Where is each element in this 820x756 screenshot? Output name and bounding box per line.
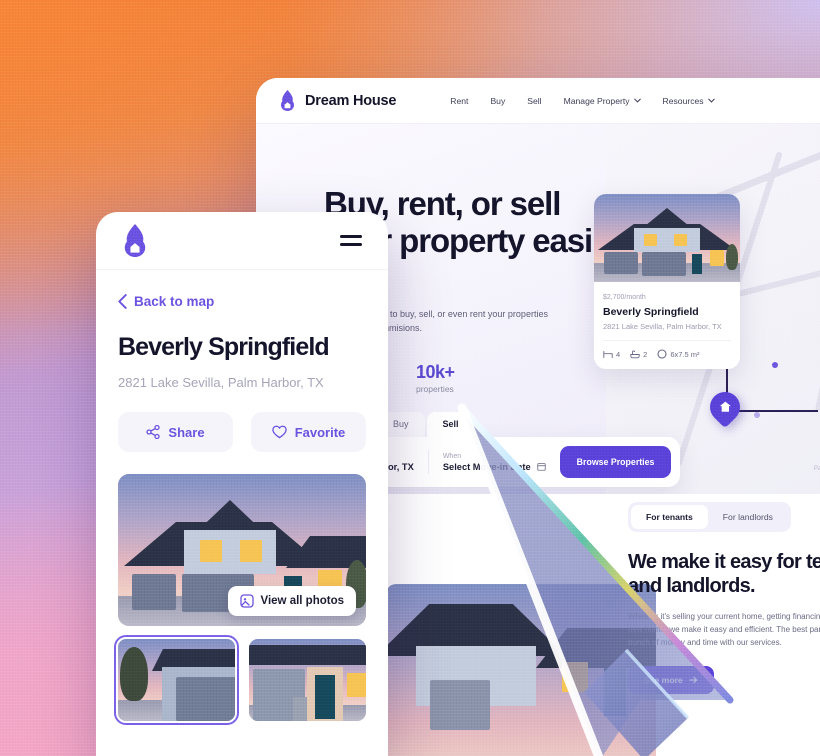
- property-title: Beverly Springfield: [118, 333, 330, 361]
- favorite-button[interactable]: Favorite: [251, 412, 366, 452]
- nav-link-label: Manage Property: [563, 95, 630, 106]
- hero-stat: 10k+ properties: [416, 362, 455, 394]
- nav-link-label: Resources: [662, 95, 704, 106]
- section-heading: We make it easy for tenants and landlord…: [628, 551, 820, 598]
- price-value: $2,700: [603, 294, 625, 301]
- tab-for-landlords[interactable]: For landlords: [708, 505, 788, 529]
- meta-beds: 4: [603, 350, 620, 359]
- nav-link-sell[interactable]: Sell: [527, 96, 541, 106]
- movein-date-field[interactable]: When Select Move-in Date: [443, 453, 546, 472]
- property-action-buttons: Share Favorite: [118, 412, 366, 452]
- poster-canvas: Dream House Rent Buy Sell Manage Propert…: [0, 0, 820, 756]
- back-label: Back to map: [134, 294, 215, 309]
- main-property-photo[interactable]: View all photos: [118, 474, 366, 626]
- nav-link-label: Sell: [527, 95, 542, 106]
- map-street-label: Palm Harbor: [814, 466, 820, 472]
- view-all-label: View all photos: [260, 595, 345, 607]
- stat-number: 10k+: [416, 362, 455, 382]
- section-paragraph: Whether it's selling your current home, …: [628, 611, 820, 647]
- area-icon: [657, 349, 667, 359]
- house-pin-icon: [719, 401, 731, 413]
- tab-for-tenants[interactable]: For tenants: [631, 505, 708, 529]
- property-address: 2821 Lake Sevilla, Palm Harbor, TX: [118, 375, 324, 390]
- nav-link-rent[interactable]: Rent: [450, 96, 468, 106]
- chevron-left-icon: [118, 294, 127, 309]
- front-door-thumbnail[interactable]: [249, 639, 366, 721]
- search-tab-sell[interactable]: Sell: [426, 412, 475, 437]
- property-address: 2821 Lake Sevilla, Palm Harbor, TX: [603, 322, 722, 331]
- nav-links: Rent Buy Sell Manage Property Resources: [450, 96, 715, 106]
- nav-link-buy[interactable]: Buy: [490, 96, 505, 106]
- property-name: Beverly Springfield: [603, 306, 699, 318]
- share-button[interactable]: Share: [118, 412, 233, 452]
- when-value: Select Move-in Date: [442, 461, 531, 472]
- bed-icon: [603, 350, 613, 358]
- bath-icon: [630, 349, 640, 358]
- photo-thumbnails: [114, 635, 366, 725]
- nav-link-manage-property[interactable]: Manage Property: [564, 96, 641, 106]
- share-nodes-icon: [146, 425, 161, 439]
- property-details: $2,700/month Beverly Springfield 2821 La…: [594, 282, 740, 369]
- site-navbar: Dream House Rent Buy Sell Manage Propert…: [256, 78, 820, 124]
- brand-logo[interactable]: Dream House: [278, 90, 396, 111]
- nav-link-label: Buy: [490, 95, 506, 106]
- stat-label: properties: [416, 384, 454, 394]
- property-card-beverly-springfield[interactable]: $2,700/month Beverly Springfield 2821 La…: [594, 194, 740, 369]
- view-all-photos-button[interactable]: View all photos: [227, 586, 356, 616]
- beds-count: 4: [616, 349, 621, 359]
- calendar-icon: [537, 463, 546, 471]
- meta-area: 6x7.5 m²: [657, 349, 700, 359]
- chevron-down-icon: [633, 98, 641, 103]
- field-divider: [427, 450, 429, 474]
- nav-link-resources[interactable]: Resources: [663, 96, 715, 106]
- meta-baths: 2: [630, 350, 647, 359]
- property-meta: 4 2 6x7.5 m²: [603, 340, 731, 359]
- back-to-map-button[interactable]: Back to map: [118, 294, 366, 309]
- house-droplet-icon[interactable]: [120, 224, 150, 257]
- property-photo: [594, 194, 740, 282]
- image-icon: [239, 594, 254, 608]
- browse-properties-button[interactable]: Browse Properties: [559, 446, 672, 478]
- garage-exterior-thumbnail[interactable]: [114, 635, 239, 725]
- see-more-label: See more: [644, 674, 683, 685]
- price-unit: /month: [624, 294, 646, 301]
- mobile-app-mockup: Back to map Beverly Springfield 2821 Lak…: [96, 212, 388, 756]
- section-copy: For tenants For landlords We make it eas…: [628, 502, 820, 694]
- area-value: 6x7.5 m²: [670, 349, 700, 359]
- property-price: $2,700/month: [603, 290, 731, 302]
- favorite-label: Favorite: [294, 424, 346, 440]
- nav-link-label: Rent: [450, 95, 469, 106]
- hamburger-menu-icon[interactable]: [340, 235, 362, 246]
- arrow-right-icon: [689, 676, 698, 683]
- baths-count: 2: [643, 349, 648, 359]
- mobile-body: Back to map Beverly Springfield 2821 Lak…: [96, 270, 388, 725]
- share-label: Share: [168, 424, 205, 440]
- brand-name: Dream House: [305, 92, 397, 109]
- when-label: When: [442, 452, 462, 460]
- see-more-button[interactable]: See more: [628, 665, 714, 694]
- chevron-down-icon: [707, 98, 715, 103]
- heart-icon: [271, 425, 287, 439]
- section-house-photo: [386, 584, 656, 756]
- when-value-row: Select Move-in Date: [443, 462, 546, 472]
- house-droplet-icon: [281, 90, 294, 111]
- audience-segmented-control: For tenants For landlords: [628, 502, 791, 532]
- mobile-header: [96, 212, 388, 270]
- map-dot: [754, 412, 760, 418]
